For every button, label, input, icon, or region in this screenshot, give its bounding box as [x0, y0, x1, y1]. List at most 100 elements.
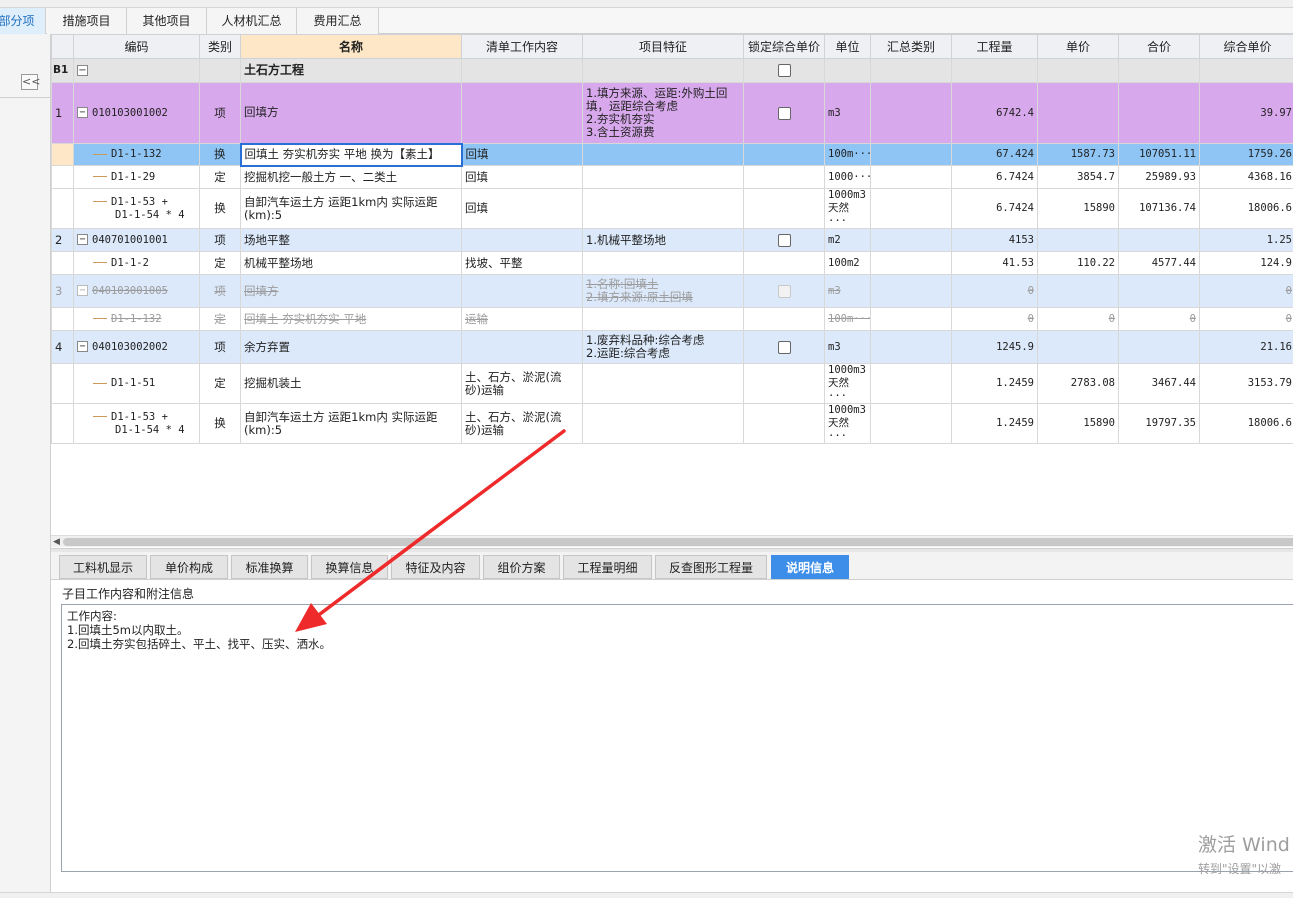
row-total[interactable] [1118, 274, 1200, 308]
row-work[interactable]: 土、石方、淤泥(流 砂)运输 [461, 403, 583, 444]
row-code[interactable]: D1-1-51 [73, 363, 200, 404]
row-category[interactable] [870, 251, 952, 275]
col-header-comp[interactable]: 综合单价 [1199, 34, 1293, 59]
col-header-total[interactable]: 合价 [1118, 34, 1200, 59]
row-unit[interactable]: 100m··· [824, 143, 871, 166]
row-code[interactable]: D1-1-132 [73, 307, 200, 331]
row-comp[interactable]: 18006.6 [1199, 188, 1293, 229]
tab-pricing-plan[interactable]: 组价方案 [483, 555, 560, 579]
row-code[interactable]: D1-1-29 [73, 165, 200, 189]
section-name[interactable]: 土石方工程 [240, 58, 462, 83]
table-row[interactable]: D1-1-29 定 挖掘机挖一般土方 一、二类土 回填 1000··· 6.74… [51, 165, 1293, 189]
row-qty[interactable]: 4153 [951, 228, 1038, 252]
lock-checkbox[interactable] [777, 106, 791, 120]
row-qty[interactable]: 41.53 [951, 251, 1038, 275]
row-total[interactable]: 19797.35 [1118, 403, 1200, 444]
row-features[interactable] [582, 251, 744, 275]
row-total[interactable]: 4577.44 [1118, 251, 1200, 275]
lock-checkbox[interactable] [777, 284, 791, 298]
row-total[interactable] [1118, 330, 1200, 364]
col-header-unit[interactable]: 单位 [824, 34, 871, 59]
row-name[interactable]: 余方弃置 [240, 330, 462, 364]
row-code[interactable]: D1-1-132 [73, 143, 200, 166]
tab-reverse-quantity[interactable]: 反查图形工程量 [655, 555, 767, 579]
row-work[interactable] [461, 82, 583, 144]
row-type[interactable]: 项 [199, 274, 241, 308]
row-unit[interactable]: 1000··· [824, 165, 871, 189]
row-name[interactable]: 挖掘机装土 [240, 363, 462, 404]
col-header-name[interactable]: 名称 [240, 34, 462, 59]
row-work[interactable]: 运输 [461, 307, 583, 331]
row-features[interactable] [582, 165, 744, 189]
row-qty[interactable]: 6.7424 [951, 165, 1038, 189]
row-category[interactable] [870, 330, 952, 364]
tab-price-structure[interactable]: 单价构成 [150, 555, 228, 579]
row-total[interactable]: 3467.44 [1118, 363, 1200, 404]
lock-checkbox[interactable] [777, 64, 791, 77]
row-total[interactable]: 107136.74 [1118, 188, 1200, 229]
tab-standard-conversion[interactable]: 标准换算 [231, 555, 308, 579]
row-features[interactable] [582, 403, 744, 444]
row-price[interactable]: 1587.73 [1037, 143, 1119, 166]
row-name[interactable]: 回填方 [240, 82, 462, 144]
row-type[interactable]: 定 [199, 251, 241, 275]
table-row[interactable]: 4 −040103002002 项 余方弃置 1.废弃料品种:综合考虑 2.运距… [51, 330, 1293, 364]
row-price[interactable]: 2783.08 [1037, 363, 1119, 404]
row-comp[interactable]: 3153.79 [1199, 363, 1293, 404]
row-category[interactable] [870, 82, 952, 144]
row-type[interactable]: 定 [199, 307, 241, 331]
row-features[interactable] [582, 307, 744, 331]
section-row[interactable]: B1 − 土石方工程 [51, 58, 1293, 83]
table-row-disabled[interactable]: D1-1-132 定 回填土 夯实机夯实 平地 运输 100m··· 0 0 0… [51, 307, 1293, 331]
row-price[interactable] [1037, 228, 1119, 252]
row-work[interactable]: 回填 [461, 188, 583, 229]
lock-checkbox[interactable] [777, 233, 791, 247]
row-price[interactable] [1037, 274, 1119, 308]
tab-fenbu[interactable]: 部分项 [0, 8, 46, 34]
row-total[interactable]: 25989.93 [1118, 165, 1200, 189]
table-row[interactable]: 2 −040701001001 项 场地平整 1.机械平整场地 m2 4153 … [51, 228, 1293, 252]
tab-measures[interactable]: 措施项目 [47, 8, 127, 34]
row-qty[interactable]: 67.424 [951, 143, 1038, 166]
col-header-lock[interactable]: 锁定综合单价 [743, 34, 825, 59]
col-header-category[interactable]: 汇总类别 [870, 34, 952, 59]
row-name[interactable]: 回填土 夯实机夯实 平地 [240, 307, 462, 331]
row-features[interactable] [582, 188, 744, 229]
row-code[interactable]: −040103001005 [73, 274, 200, 308]
row-category[interactable] [870, 228, 952, 252]
collapse-icon[interactable]: − [77, 65, 88, 76]
collapse-icon[interactable]: − [77, 285, 88, 296]
col-header-index[interactable] [51, 34, 74, 59]
row-unit[interactable]: 100m··· [824, 307, 871, 331]
row-comp[interactable]: 1.25 [1199, 228, 1293, 252]
table-row[interactable]: 1 −010103001002 项 回填方 1.填方来源、运距:外购土回 填，运… [51, 82, 1293, 144]
row-total[interactable]: 107051.11 [1118, 143, 1200, 166]
row-category[interactable] [870, 143, 952, 166]
row-qty[interactable]: 1.2459 [951, 363, 1038, 404]
collapse-icon[interactable]: − [77, 341, 88, 352]
note-textarea[interactable]: 工作内容: 1.回填土5m以内取土。 2.回填土夯实包括碎土、平土、找平、压实、… [61, 604, 1293, 872]
col-header-features[interactable]: 项目特征 [582, 34, 744, 59]
row-unit[interactable]: 100m2 [824, 251, 871, 275]
row-type[interactable]: 定 [199, 165, 241, 189]
row-comp[interactable]: 4368.16 [1199, 165, 1293, 189]
row-work[interactable]: 回填 [461, 143, 583, 166]
scrollbar-thumb[interactable] [63, 538, 1293, 546]
row-comp[interactable]: 39.97 [1199, 82, 1293, 144]
row-work[interactable] [461, 228, 583, 252]
tab-other[interactable]: 其他项目 [127, 8, 207, 34]
row-category[interactable] [870, 363, 952, 404]
collapse-left-icon[interactable]: << [21, 74, 40, 90]
row-unit[interactable]: 1000m3 天然··· [824, 403, 871, 444]
row-features[interactable]: 1.废弃料品种:综合考虑 2.运距:综合考虑 [582, 330, 744, 364]
tab-conversion-info[interactable]: 换算信息 [311, 555, 388, 579]
tab-materials[interactable]: 人材机汇总 [207, 8, 297, 34]
table-row-selected[interactable]: D1-1-132 换 回填土 夯实机夯实 平地 换为【素土】 回填 100m··… [51, 142, 1293, 167]
tab-fees[interactable]: 费用汇总 [297, 8, 379, 34]
horizontal-scrollbar[interactable]: ◀ [51, 535, 1293, 547]
row-code[interactable]: D1-1-53 + D1-1-54 * 4 [73, 188, 200, 229]
col-header-price[interactable]: 单价 [1037, 34, 1119, 59]
row-total[interactable] [1118, 82, 1200, 144]
row-comp[interactable]: 21.16 [1199, 330, 1293, 364]
row-category[interactable] [870, 274, 952, 308]
